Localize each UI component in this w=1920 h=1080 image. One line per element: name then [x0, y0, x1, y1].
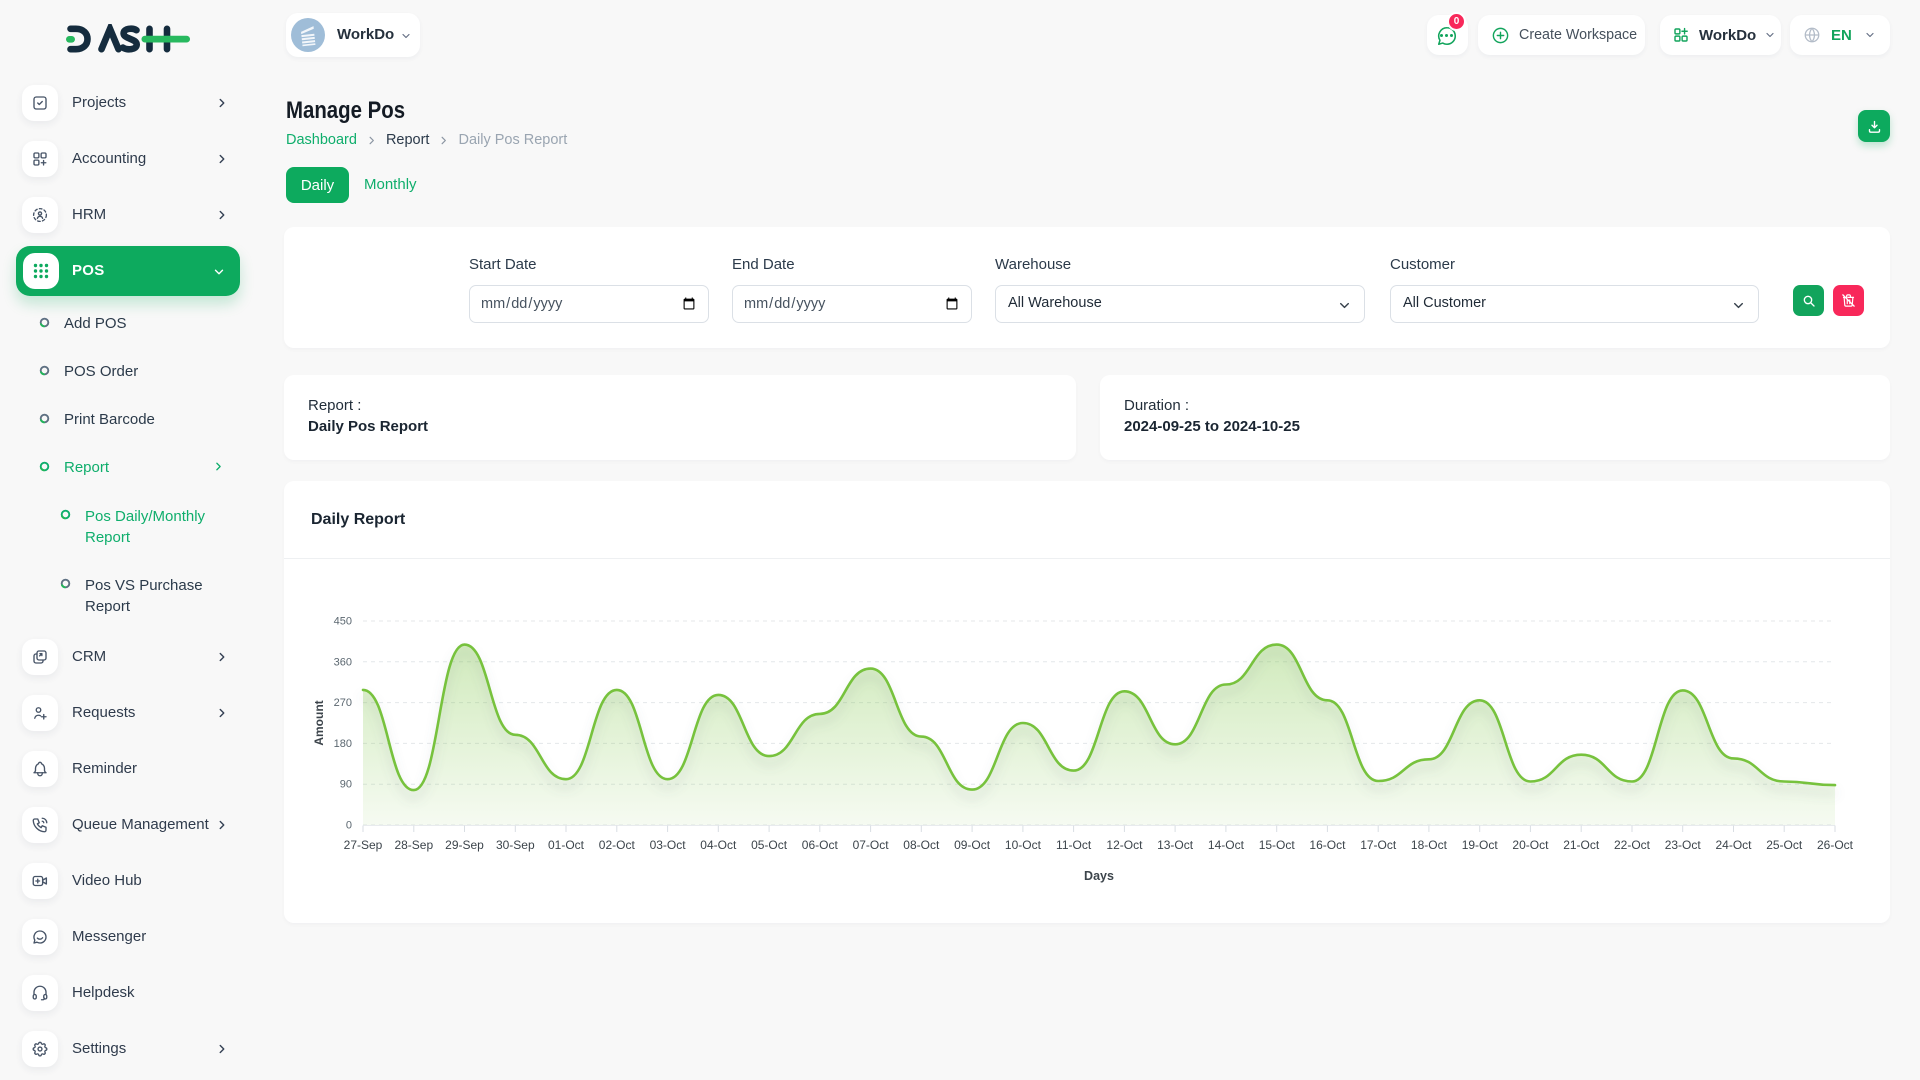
svg-text:29-Sep: 29-Sep: [445, 838, 484, 852]
svg-text:14-Oct: 14-Oct: [1208, 838, 1245, 852]
svg-text:0: 0: [346, 820, 352, 832]
svg-text:15-Oct: 15-Oct: [1259, 838, 1296, 852]
svg-text:24-Oct: 24-Oct: [1715, 838, 1752, 852]
svg-text:27-Sep: 27-Sep: [344, 838, 383, 852]
svg-text:12-Oct: 12-Oct: [1106, 838, 1143, 852]
svg-text:05-Oct: 05-Oct: [751, 838, 788, 852]
svg-text:270: 270: [334, 697, 352, 709]
svg-text:18-Oct: 18-Oct: [1411, 838, 1448, 852]
svg-text:Amount: Amount: [312, 700, 326, 745]
svg-text:10-Oct: 10-Oct: [1005, 838, 1042, 852]
svg-text:16-Oct: 16-Oct: [1309, 838, 1346, 852]
svg-text:02-Oct: 02-Oct: [599, 838, 636, 852]
svg-text:26-Oct: 26-Oct: [1817, 838, 1854, 852]
svg-text:180: 180: [334, 738, 352, 750]
svg-text:360: 360: [334, 656, 352, 668]
svg-text:25-Oct: 25-Oct: [1766, 838, 1803, 852]
svg-text:22-Oct: 22-Oct: [1614, 838, 1651, 852]
svg-text:21-Oct: 21-Oct: [1563, 838, 1600, 852]
svg-text:30-Sep: 30-Sep: [496, 838, 535, 852]
svg-text:13-Oct: 13-Oct: [1157, 838, 1194, 852]
svg-text:07-Oct: 07-Oct: [853, 838, 890, 852]
svg-text:20-Oct: 20-Oct: [1512, 838, 1549, 852]
svg-text:03-Oct: 03-Oct: [650, 838, 687, 852]
svg-text:04-Oct: 04-Oct: [700, 838, 737, 852]
svg-text:11-Oct: 11-Oct: [1056, 838, 1092, 852]
svg-text:Days: Days: [1084, 869, 1114, 883]
svg-text:09-Oct: 09-Oct: [954, 838, 991, 852]
svg-text:23-Oct: 23-Oct: [1665, 838, 1702, 852]
svg-text:28-Sep: 28-Sep: [394, 838, 433, 852]
svg-text:08-Oct: 08-Oct: [903, 838, 940, 852]
svg-text:01-Oct: 01-Oct: [548, 838, 585, 852]
svg-text:450: 450: [334, 616, 352, 628]
svg-text:06-Oct: 06-Oct: [802, 838, 839, 852]
svg-text:19-Oct: 19-Oct: [1462, 838, 1499, 852]
svg-text:90: 90: [340, 779, 352, 791]
svg-text:17-Oct: 17-Oct: [1360, 838, 1397, 852]
